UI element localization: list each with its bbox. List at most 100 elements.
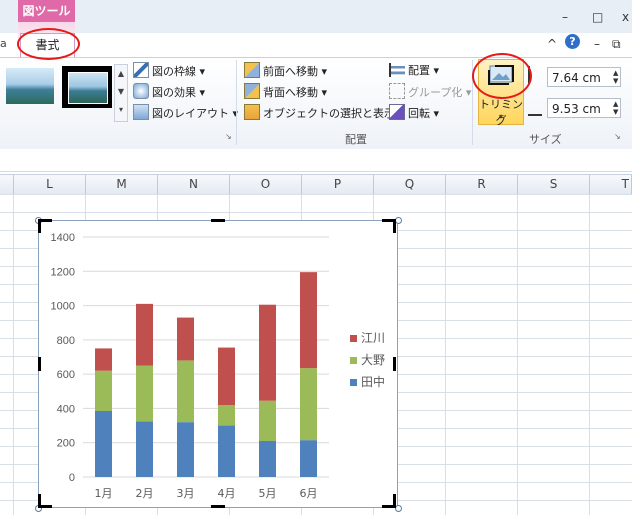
picture-layout-icon [133, 104, 149, 120]
crop-handle-right[interactable] [393, 357, 396, 371]
bar-segment [218, 405, 235, 426]
column-header-m[interactable]: M [86, 175, 158, 194]
previous-tab-edge[interactable]: a [0, 37, 7, 50]
x-tick-label: 4月 [218, 487, 236, 500]
close-window-button[interactable]: x [622, 10, 629, 24]
column-header-s[interactable]: S [518, 175, 590, 194]
chart-object[interactable]: 0 200 400 600 800 1000 1200 1400 1月 2月 3月 4月 5月 6月 江川大… [38, 220, 398, 508]
style-gallery-scroll[interactable]: ▲ ▼ ▾ [114, 64, 128, 122]
align-button[interactable]: 配置 ▾ [389, 62, 439, 80]
workbook-restore-button[interactable]: ⧉ [612, 37, 621, 52]
shape-height-input[interactable]: 7.64 cm [547, 67, 621, 87]
shape-width-icon [528, 104, 542, 116]
picture-layout-button[interactable]: 図のレイアウト ▾ [133, 104, 238, 122]
legend-label: 大野 [361, 353, 385, 367]
crop-handle-top-right-v[interactable] [393, 219, 396, 233]
y-tick-label: 0 [69, 472, 75, 484]
rotate-button[interactable]: 回転 ▾ [389, 104, 439, 122]
crop-handle-bottom[interactable] [211, 505, 225, 508]
minimize-window-button[interactable]: – [562, 10, 568, 24]
selection-pane-icon [244, 104, 260, 120]
restore-window-button[interactable]: □ [592, 10, 603, 24]
bar-segment [259, 304, 276, 401]
column-header-edge [0, 175, 14, 194]
y-tick-label: 800 [57, 335, 75, 347]
picture-style-thumbnail-2[interactable] [62, 66, 112, 108]
x-tick-label: 6月 [300, 487, 318, 500]
help-icon[interactable]: ? [565, 34, 580, 49]
bar-segment [218, 425, 235, 477]
crop-handle-bottom-right-v[interactable] [393, 494, 396, 508]
crop-handle-top[interactable] [211, 219, 225, 222]
x-tick-label: 1月 [95, 487, 113, 500]
height-spinner-icon[interactable]: ▲ ▼ [613, 69, 618, 85]
legend-label: 江川 [361, 331, 385, 345]
bring-forward-button[interactable]: 前面へ移動 ▾ [244, 62, 327, 80]
legend-marker [350, 335, 357, 342]
rotate-icon [389, 104, 405, 120]
x-tick-label: 5月 [259, 487, 277, 500]
send-backward-button[interactable]: 背面へ移動 ▾ [244, 83, 327, 101]
legend-marker [350, 357, 357, 364]
crop-handle-left[interactable] [38, 357, 41, 371]
bar-segment [136, 303, 153, 366]
y-tick-label: 1400 [51, 232, 75, 244]
resize-handle-bottom-right[interactable] [395, 505, 402, 512]
align-icon [389, 63, 405, 77]
shape-width-input[interactable]: 9.53 cm [547, 98, 621, 118]
bar-segment [300, 440, 317, 477]
bar-segment [177, 422, 194, 477]
crop-handle-bottom-left-v[interactable] [38, 494, 41, 508]
column-header-o[interactable]: O [230, 175, 302, 194]
column-header-q[interactable]: Q [374, 175, 446, 194]
size-group-label: サイズ [529, 133, 562, 146]
bar-segment [95, 370, 112, 411]
legend-marker [350, 379, 357, 386]
selection-pane-button[interactable]: オブジェクトの選択と表示 [244, 104, 395, 122]
picture-border-icon [133, 62, 149, 78]
picture-tools-context-label: 図ツール [18, 0, 75, 22]
width-spinner-icon[interactable]: ▲ ▼ [613, 100, 618, 116]
y-tick-label: 400 [57, 403, 75, 415]
bar-segment [259, 400, 276, 441]
y-tick-label: 1000 [51, 301, 75, 313]
picture-style-thumbnail-1[interactable] [6, 68, 54, 104]
column-header-l[interactable]: L [14, 175, 86, 194]
y-tick-label: 600 [57, 369, 75, 381]
column-header-r[interactable]: R [446, 175, 518, 194]
bar-segment [136, 365, 153, 422]
column-header-p[interactable]: P [302, 175, 374, 194]
column-header-n[interactable]: N [158, 175, 230, 194]
crop-handle-top-left-v[interactable] [38, 219, 41, 233]
y-tick-label: 1200 [51, 266, 75, 278]
column-header-t[interactable]: T [590, 175, 632, 194]
bar-segment [218, 347, 235, 405]
x-tick-label: 2月 [136, 487, 154, 500]
crop-dropdown-icon: ▾ [498, 112, 503, 121]
bar-segment [177, 317, 194, 361]
bar-segment [177, 360, 194, 423]
bar-segment [136, 421, 153, 477]
arrange-group-label: 配置 [345, 133, 367, 146]
ribbon-separator [236, 60, 237, 145]
resize-handle-top-right[interactable] [395, 217, 402, 224]
formula-bar[interactable] [0, 149, 632, 172]
bar-segment [300, 272, 317, 369]
picture-effects-icon [133, 83, 149, 99]
picture-styles-dialog-launcher-icon[interactable]: ↘ [225, 132, 232, 141]
group-icon [389, 83, 405, 99]
picture-effects-button[interactable]: 図の効果 ▾ [133, 83, 205, 101]
title-bar [0, 0, 632, 33]
annotation-ellipse-crop-button [472, 53, 532, 99]
collapse-ribbon-icon[interactable]: ^ [547, 37, 557, 51]
y-tick-label: 200 [57, 438, 75, 450]
annotation-ellipse-format-tab [17, 28, 80, 60]
group-button[interactable]: グループ化 ▾ [389, 83, 471, 101]
workbook-minimize-button[interactable]: – [594, 37, 600, 51]
bring-forward-icon [244, 62, 260, 78]
size-dialog-launcher-icon[interactable]: ↘ [614, 132, 621, 141]
stacked-bar-chart: 0 200 400 600 800 1000 1200 1400 1月 2月 3月 4月 5月 6月 江川大… [51, 232, 386, 500]
picture-border-button[interactable]: 図の枠線 ▾ [133, 62, 205, 80]
bar-segment [300, 368, 317, 441]
x-tick-label: 3月 [177, 487, 195, 500]
